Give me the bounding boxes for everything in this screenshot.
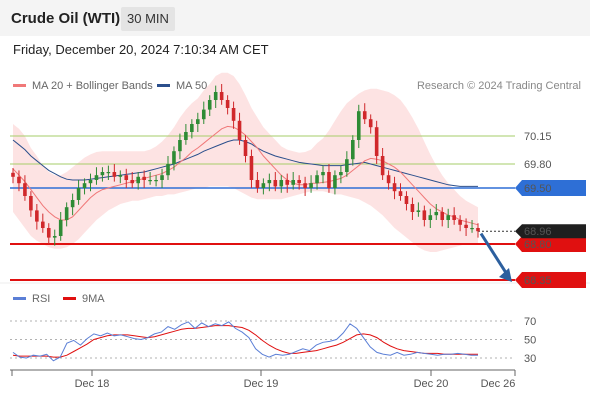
candle-body xyxy=(279,180,284,187)
candle-body xyxy=(237,120,242,140)
candle-body xyxy=(470,228,474,230)
rsi-tick-30: 30 xyxy=(524,353,536,365)
candle-body xyxy=(100,172,105,176)
rsi-line xyxy=(12,321,478,362)
candle-body xyxy=(452,215,456,220)
candle-body xyxy=(58,220,63,236)
candle-body xyxy=(398,191,403,196)
candle-body xyxy=(64,207,69,220)
candle-body xyxy=(333,175,337,188)
candle-body xyxy=(368,119,373,128)
level-label-70.15: 70.15 xyxy=(524,131,552,143)
candle-body xyxy=(422,210,427,220)
rsi-tick-70: 70 xyxy=(524,316,536,328)
x-tick-label-dec-18: Dec 18 xyxy=(75,378,110,390)
candle-body xyxy=(124,175,129,180)
candle-body xyxy=(41,221,45,228)
candle-body xyxy=(380,156,385,176)
candle-body xyxy=(374,127,379,156)
candle-body xyxy=(35,210,39,222)
candle-body xyxy=(434,212,439,216)
x-tick-label-dec-19: Dec 19 xyxy=(244,378,279,390)
candle-body xyxy=(201,109,206,120)
candle-body xyxy=(416,210,421,212)
candle-body xyxy=(184,132,188,140)
candle-body xyxy=(136,176,140,184)
candle-body xyxy=(285,180,290,185)
level-label-68.35: 68.35 xyxy=(524,275,552,287)
level-label-69.80: 69.80 xyxy=(524,159,552,171)
candle-body xyxy=(261,183,266,188)
candle-body xyxy=(154,180,158,182)
candle-body xyxy=(386,175,391,184)
candle-body xyxy=(410,204,415,212)
candle-body xyxy=(458,220,462,225)
candle-body xyxy=(106,172,111,174)
candle-body xyxy=(440,212,445,220)
candle-body xyxy=(327,172,331,188)
candle-body xyxy=(345,159,349,172)
x-tick-label-dec-20: Dec 20 xyxy=(414,378,449,390)
candle-body xyxy=(476,228,480,232)
candle-body xyxy=(142,176,146,180)
price-and-rsi-chart[interactable]: 70.15 69.80 69.50 68.80 68.35 68.96 70 50 30 Dec … xyxy=(0,0,590,400)
candle-body xyxy=(160,175,164,180)
candle-body xyxy=(339,172,343,176)
candle-body xyxy=(94,175,99,180)
candle-body xyxy=(172,151,176,164)
candle-body xyxy=(291,180,295,185)
candle-body xyxy=(464,224,468,228)
candle-body xyxy=(255,180,260,188)
candle-body xyxy=(178,140,182,152)
candle-body xyxy=(11,172,15,177)
candle-body xyxy=(356,111,361,140)
candle-body xyxy=(428,215,433,220)
candle-body xyxy=(130,180,135,184)
candle-body xyxy=(446,215,450,220)
candle-body xyxy=(219,92,224,100)
candle-body xyxy=(243,140,248,156)
last-price-label: 68.96 xyxy=(524,226,552,238)
candle-body xyxy=(70,200,75,208)
candle-body xyxy=(392,183,397,192)
candle-body xyxy=(190,124,194,132)
candle-body xyxy=(213,92,218,100)
candle-body xyxy=(17,176,21,184)
candle-body xyxy=(273,180,278,187)
candle-body xyxy=(166,164,170,176)
candle-body xyxy=(297,180,301,184)
x-tick-label-dec-26: Dec 26 xyxy=(481,378,516,390)
rsi-9ma-line xyxy=(12,325,478,358)
candle-body xyxy=(351,140,355,160)
candle-body xyxy=(267,180,272,184)
rsi-tick-50: 50 xyxy=(524,335,536,347)
candle-body xyxy=(404,196,409,204)
candle-body xyxy=(362,111,367,120)
candle-body xyxy=(29,196,33,211)
level-label-69.50: 69.50 xyxy=(524,183,552,195)
forecast-arrow xyxy=(479,232,510,277)
candle-body xyxy=(196,119,200,124)
candle-body xyxy=(52,236,57,238)
candle-body xyxy=(76,188,81,200)
candle-body xyxy=(148,180,152,182)
candle-body xyxy=(23,183,27,196)
level-label-68.80: 68.80 xyxy=(524,239,552,251)
candle-body xyxy=(309,183,313,188)
candle-body xyxy=(88,180,93,184)
candle-body xyxy=(112,172,117,177)
candle-body xyxy=(118,175,123,177)
candle-body xyxy=(82,183,87,188)
candle-body xyxy=(249,156,254,180)
candle-body xyxy=(46,228,51,238)
candle-body xyxy=(207,100,212,110)
candle-body xyxy=(231,108,236,121)
candle-body xyxy=(315,175,319,184)
candle-body xyxy=(321,172,325,176)
candle-body xyxy=(303,183,307,188)
candle-body xyxy=(225,100,230,108)
